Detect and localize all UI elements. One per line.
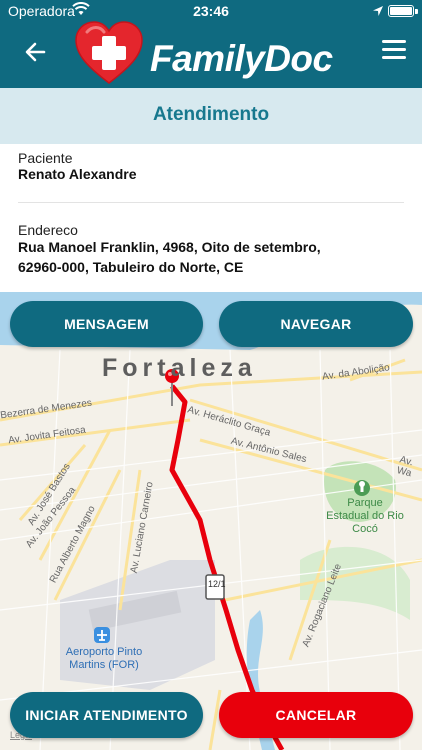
- airport-icon: [94, 627, 110, 643]
- address-line-1: Rua Manoel Franklin, 4968, Oito de setem…: [18, 239, 321, 255]
- start-appointment-button[interactable]: INICIAR ATENDIMENTO: [10, 692, 203, 738]
- park-tree-icon: [354, 480, 370, 496]
- page-title-band: Atendimento: [0, 88, 422, 144]
- back-button[interactable]: [20, 36, 52, 68]
- airport-label: Aeroporto Pinto Martins (FOR): [65, 646, 143, 671]
- battery-tip: [415, 9, 418, 14]
- arrow-left-icon: [25, 42, 46, 62]
- address-line-2: 62960-000, Tabuleiro do Norte, CE: [18, 259, 244, 275]
- highway-shield-label: 12/1: [208, 579, 226, 589]
- message-button[interactable]: MENSAGEM: [10, 301, 203, 347]
- status-bar: Operadora 23:46: [0, 0, 422, 22]
- hamburger-menu-icon: [382, 40, 406, 59]
- park-label: Parque Estadual do Rio Cocó: [326, 497, 404, 535]
- brand-name: FamilyDoc: [150, 38, 333, 79]
- heart-cross-icon: [75, 21, 143, 84]
- divider: [18, 202, 404, 203]
- address-label: Endereco: [18, 222, 78, 238]
- menu-button[interactable]: [382, 40, 406, 62]
- navigate-button[interactable]: NAVEGAR: [219, 301, 413, 347]
- clock: 23:46: [193, 3, 229, 19]
- familydoc-logo: FamilyDoc: [74, 20, 354, 88]
- cancel-button[interactable]: CANCELAR: [219, 692, 413, 738]
- battery-icon: [388, 5, 414, 17]
- page-title: Atendimento: [152, 104, 270, 125]
- location-arrow-icon: [372, 4, 384, 20]
- appointment-details: Paciente Renato Alexandre Endereco Rua M…: [0, 144, 422, 292]
- app-header: Operadora 23:46 FamilyDoc: [0, 0, 422, 88]
- patient-name: Renato Alexandre: [18, 166, 137, 182]
- city-label: Fortaleza: [102, 354, 257, 382]
- road-raul-barbosa: [208, 689, 222, 750]
